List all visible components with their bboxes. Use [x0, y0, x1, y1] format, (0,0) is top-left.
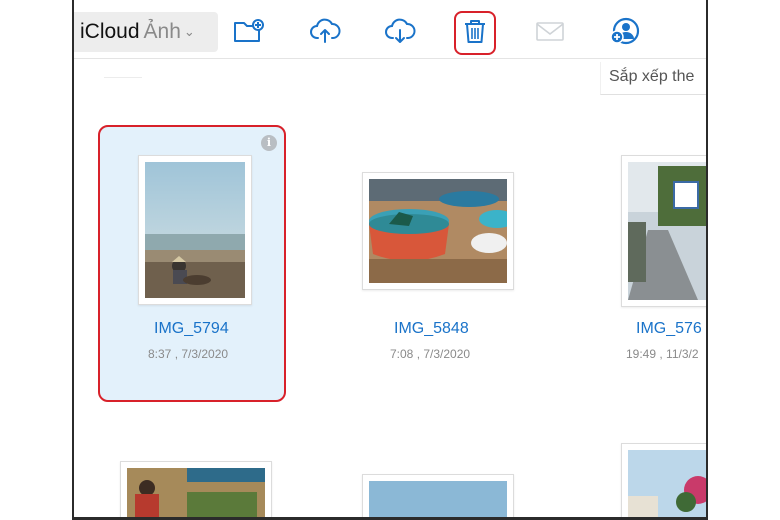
photo-name: IMG_5794 — [154, 320, 229, 337]
mail-icon — [536, 22, 564, 41]
market-photo-image — [127, 468, 265, 520]
icloud-photos-window: iCloud Ảnh ⌄ Sắp xếp the i IMG_5794 8:37… — [72, 0, 708, 520]
folder-add-icon — [234, 19, 264, 42]
info-icon[interactable]: i — [261, 135, 277, 151]
download-button[interactable] — [383, 14, 417, 48]
photo-thumbnail[interactable] — [362, 172, 514, 290]
photo-thumbnail[interactable] — [120, 461, 272, 520]
photo-thumbnail[interactable] — [362, 474, 514, 520]
download-icon — [385, 18, 416, 43]
app-title-menu[interactable]: iCloud Ảnh ⌄ — [74, 12, 218, 52]
app-section: Ảnh — [143, 20, 181, 43]
folder-add-button[interactable] — [232, 14, 266, 48]
upload-button[interactable] — [308, 14, 342, 48]
photo-name: IMG_576 — [636, 320, 702, 337]
photo-thumbnail[interactable] — [138, 155, 252, 305]
photo-date: 7:08 , 7/3/2020 — [390, 347, 471, 361]
photo-thumbnail[interactable] — [621, 443, 706, 520]
sky-photo-image — [369, 481, 507, 520]
street-photo-image — [628, 162, 706, 300]
trash-icon — [465, 20, 485, 43]
share-button[interactable] — [608, 14, 642, 48]
flower-photo-image — [628, 450, 706, 520]
share-person-icon — [610, 17, 640, 45]
basket-boats-image — [369, 179, 507, 283]
mail-button[interactable] — [533, 14, 567, 48]
photo-date: 8:37 , 7/3/2020 — [148, 347, 229, 361]
upload-icon — [310, 18, 341, 43]
sort-control[interactable]: Sắp xếp the — [600, 62, 706, 95]
toolbar: iCloud Ảnh ⌄ — [74, 0, 706, 59]
photo-date: 19:49 , 11/3/2 — [626, 347, 699, 361]
photo-name: IMG_5848 — [394, 320, 469, 337]
app-name: iCloud — [80, 20, 140, 43]
photo-thumbnail[interactable] — [621, 155, 706, 307]
sort-label: Sắp xếp the — [609, 68, 695, 85]
divider — [104, 77, 142, 78]
delete-button[interactable] — [458, 14, 492, 48]
beach-photo-image — [145, 162, 245, 298]
chevron-down-icon: ⌄ — [183, 24, 195, 39]
